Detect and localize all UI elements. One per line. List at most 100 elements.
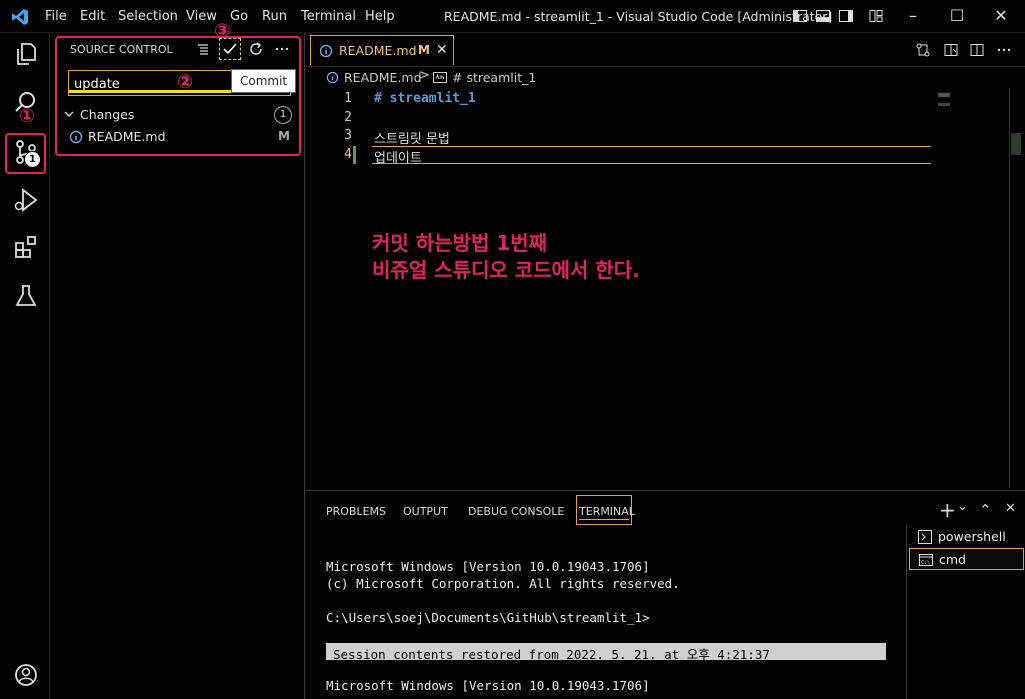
- tab-close-button[interactable]: ✕: [436, 42, 448, 58]
- session-restored-text: Session contents restored from 2022. 5. …: [333, 647, 770, 662]
- commit-check-icon[interactable]: [222, 41, 238, 57]
- annotation-note-line: 커밋 하는방법 1번째: [372, 231, 548, 255]
- terminal-list: powershell C:\ cmd: [906, 524, 1025, 699]
- tab-problems[interactable]: PROBLEMS: [326, 505, 386, 518]
- code-editor[interactable]: 1 # streamlit_1 2 3 스트림릿 문법 4 업데이트: [306, 88, 1025, 488]
- terminal-item-powershell[interactable]: powershell: [909, 526, 1024, 548]
- changes-label: Changes: [80, 107, 135, 122]
- extensions-icon[interactable]: [13, 234, 39, 260]
- more-actions-icon[interactable]: [996, 42, 1012, 58]
- menu-help[interactable]: Help: [365, 9, 395, 24]
- terminal-line: Microsoft Windows [Version 10.0.19043.17…: [326, 559, 650, 574]
- close-button[interactable]: ✕: [991, 6, 1011, 26]
- new-terminal-button[interactable]: +: [939, 498, 956, 522]
- terminal-line: Microsoft Windows [Version 10.0.19043.17…: [326, 678, 650, 693]
- annotation-note-line: 비쥬얼 스튜디오 코드에서 한다.: [372, 258, 640, 282]
- toggle-secondary-sidebar-icon[interactable]: [838, 8, 854, 24]
- sidebar-title: SOURCE CONTROL: [70, 43, 173, 56]
- tab-terminal[interactable]: TERMINAL: [579, 505, 635, 518]
- line-number: 1: [344, 91, 352, 106]
- activity-bar: ① 1: [0, 33, 50, 699]
- split-editor-icon[interactable]: [969, 42, 985, 58]
- explorer-icon[interactable]: [13, 41, 39, 67]
- customize-layout-icon[interactable]: [868, 8, 884, 24]
- menu-view[interactable]: View: [186, 9, 217, 24]
- tab-label: README.md: [339, 43, 417, 58]
- line-number: 4: [344, 147, 352, 162]
- code-line: 업데이트: [374, 151, 422, 166]
- open-changes-icon[interactable]: [915, 42, 931, 58]
- title-bar: File Edit Selection View Go Run Terminal…: [0, 0, 1025, 33]
- modified-line-gutter-mark: [353, 146, 356, 164]
- commit-tooltip: Commit: [231, 69, 297, 93]
- tab-output[interactable]: OUTPUT: [403, 505, 448, 518]
- file-status-badge: M: [278, 129, 290, 143]
- view-as-tree-icon[interactable]: [195, 41, 211, 57]
- annotation-step-3: ③: [214, 20, 231, 42]
- breadcrumb-file[interactable]: README.md: [344, 70, 422, 85]
- more-actions-icon[interactable]: [274, 41, 290, 57]
- window-title: README.md - streamlit_1 - Visual Studio …: [444, 9, 833, 24]
- menu-run[interactable]: Run: [262, 9, 287, 24]
- changed-file-name: README.md: [88, 129, 166, 144]
- terminal-line: (c) Microsoft Corporation. All rights re…: [326, 576, 680, 591]
- bottom-panel: PROBLEMS OUTPUT DEBUG CONSOLE TERMINAL +…: [306, 490, 1025, 699]
- menu-terminal[interactable]: Terminal: [301, 9, 356, 24]
- toggle-primary-sidebar-icon[interactable]: [792, 8, 808, 24]
- menu-edit[interactable]: Edit: [80, 9, 105, 24]
- changed-file-item[interactable]: README.md M: [69, 127, 295, 147]
- menu-go[interactable]: Go: [230, 9, 248, 24]
- testing-icon[interactable]: [13, 283, 39, 309]
- line-number: 3: [344, 128, 352, 143]
- maximize-panel-button[interactable]: ⌃: [979, 501, 992, 519]
- terminal-item-label: cmd: [939, 552, 966, 567]
- vscode-logo-icon: [12, 9, 28, 25]
- breadcrumb-heading[interactable]: # streamlit_1: [452, 70, 536, 85]
- toggle-panel-icon[interactable]: [815, 8, 831, 24]
- terminal-line: C:\Users\soej\Documents\GitHub\streamlit…: [326, 610, 650, 625]
- annotation-note: 커밋 하는방법 1번째 비쥬얼 스튜디오 코드에서 한다.: [372, 230, 640, 284]
- maximize-button[interactable]: ☐: [947, 6, 967, 26]
- terminal-icon: [918, 530, 932, 544]
- code-line: # streamlit_1: [374, 91, 476, 106]
- close-panel-button[interactable]: ✕: [1005, 501, 1016, 516]
- annotation-step-1: ①: [19, 105, 36, 127]
- session-restored-banner: Session contents restored from 2022. 5. …: [326, 643, 886, 662]
- annotation-step-2: ②: [177, 71, 194, 93]
- svg-text:C:\: C:\: [921, 560, 930, 566]
- code-line: 스트림릿 문법: [374, 132, 450, 147]
- cmd-icon: C:\: [919, 554, 933, 566]
- tab-debug-console[interactable]: DEBUG CONSOLE: [468, 505, 564, 518]
- account-icon[interactable]: [13, 662, 39, 688]
- breadcrumb-separator: >: [419, 68, 430, 83]
- line-number: 2: [344, 110, 352, 125]
- scm-badge: 1: [24, 151, 41, 168]
- tab-modified-indicator: M: [418, 43, 430, 57]
- run-debug-icon[interactable]: [13, 187, 39, 213]
- info-file-icon: [69, 130, 83, 144]
- breadcrumb: README.md > # streamlit_1: [306, 67, 1025, 88]
- changes-count-badge: 1: [274, 106, 292, 124]
- terminal-item-label: powershell: [938, 529, 1006, 544]
- terminal-item-cmd[interactable]: C:\ cmd: [909, 548, 1024, 570]
- commit-message-underline: [69, 90, 233, 93]
- active-tab-indicator: [579, 519, 629, 520]
- info-file-icon: [319, 44, 333, 58]
- scrollbar-track[interactable]: [1009, 88, 1010, 488]
- changes-group[interactable]: Changes 1: [63, 105, 295, 125]
- menu-selection[interactable]: Selection: [118, 9, 178, 24]
- info-file-icon: [326, 71, 339, 84]
- minimize-button[interactable]: –: [903, 6, 923, 26]
- menu-file[interactable]: File: [45, 9, 67, 24]
- current-line-highlight: [372, 146, 931, 164]
- chevron-down-icon: [64, 111, 74, 117]
- tab-readme[interactable]: README.md M ✕: [310, 35, 454, 65]
- scrollbar-change-marker: [1011, 133, 1021, 155]
- string-symbol-icon: [433, 72, 447, 83]
- terminal-dropdown-button[interactable]: ⌄: [957, 499, 968, 514]
- open-preview-icon[interactable]: [943, 42, 959, 58]
- refresh-icon[interactable]: [248, 41, 264, 57]
- editor-tab-bar: README.md M ✕: [306, 33, 1025, 67]
- minimap[interactable]: [938, 93, 950, 97]
- minimap[interactable]: [938, 103, 950, 106]
